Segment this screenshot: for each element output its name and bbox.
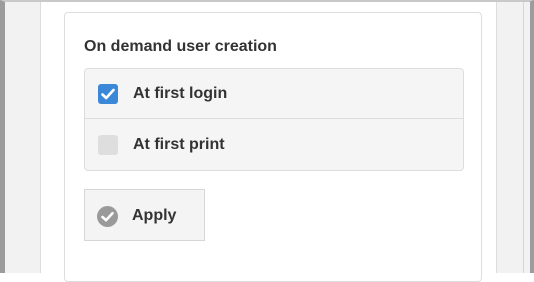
user-creation-options: At first login At first print (84, 68, 464, 171)
option-at-first-login[interactable]: At first login (85, 69, 463, 119)
section-title: On demand user creation (84, 38, 277, 55)
option-label: At first login (133, 85, 228, 102)
check-circle-icon (97, 206, 118, 227)
option-label: At first print (133, 136, 225, 153)
right-gutter (496, 2, 530, 273)
left-gutter (5, 2, 41, 273)
apply-button[interactable]: Apply (84, 189, 205, 241)
checkbox-unchecked-icon[interactable] (98, 135, 118, 155)
apply-label: Apply (132, 207, 177, 224)
checkbox-checked-icon[interactable] (98, 84, 118, 104)
option-at-first-print[interactable]: At first print (85, 120, 463, 170)
user-creation-panel: On demand user creation At first login A… (64, 12, 482, 282)
